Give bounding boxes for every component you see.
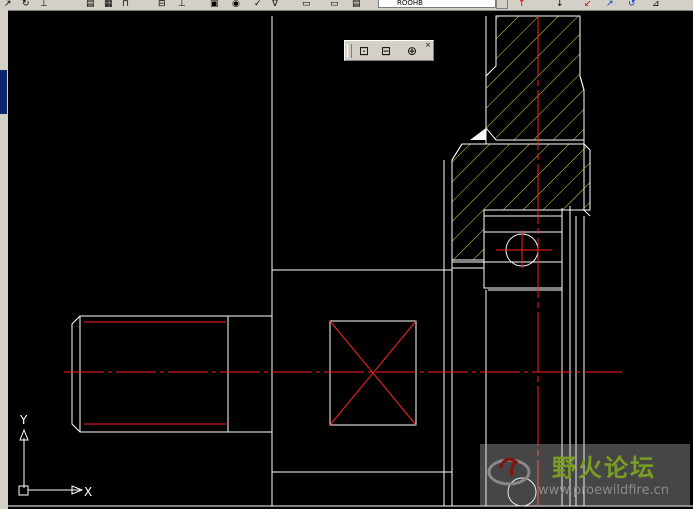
dimension-icon[interactable]: ⊥ [40,0,48,9]
combo-dropdown-button[interactable] [496,0,508,9]
export-icon[interactable]: ⊟ [158,0,166,9]
forum-logo-icon [487,457,531,486]
side-tab[interactable] [0,70,7,114]
orbit-icon[interactable]: ⊕ [403,43,421,59]
cad-geometry [8,16,693,507]
drawing-canvas[interactable] [8,10,693,509]
window-icon[interactable]: ▭ [330,0,339,9]
offset-icon[interactable]: ↗ [4,0,12,9]
insert-icon[interactable]: ⊓ [122,0,129,9]
move-icon[interactable]: ↑ [518,0,526,9]
text-icon[interactable]: ∇ [272,0,278,9]
left-dock [0,10,8,509]
ucs-icon: Y X [18,413,92,499]
close-icon[interactable]: × [425,42,432,49]
download-icon[interactable]: ↓ [556,0,564,9]
arrow-icon[interactable]: ↙ [584,0,592,9]
layer-icon[interactable]: ▤ [352,0,361,9]
properties-icon[interactable]: ⊥ [178,0,186,9]
scale-icon[interactable]: ⊿ [652,0,660,9]
pan-icon[interactable]: ◉ [232,0,240,9]
floating-zoom-toolbar: ⊡ ⊟ ⊕ × [344,40,434,61]
print-icon[interactable]: ▭ [302,0,311,9]
toolbar-grip[interactable] [347,44,352,58]
stretch-icon[interactable]: ↗ [606,0,614,9]
zoom-window-icon[interactable]: ⊡ [355,43,373,59]
watermark-url: www.proewildfire.cn [538,483,669,498]
ucs-x-label: X [84,485,92,499]
check-icon[interactable]: ✓ [254,0,262,9]
refresh-icon[interactable]: ↺ [628,0,636,9]
watermark-title: 野火论坛 [552,454,656,482]
block-icon[interactable]: ▣ [210,0,219,9]
layer-combo[interactable]: ROOHB [378,0,496,8]
hatch-icon[interactable]: ▤ [86,0,95,9]
ucs-y-label: Y [19,413,28,427]
zoom-previous-icon[interactable]: ⊟ [377,43,395,59]
rotate-icon[interactable]: ↻ [22,0,30,9]
hatch-regions [451,15,591,261]
table-icon[interactable]: ▦ [104,0,113,9]
watermark: 野火论坛 www.proewildfire.cn [480,444,690,506]
